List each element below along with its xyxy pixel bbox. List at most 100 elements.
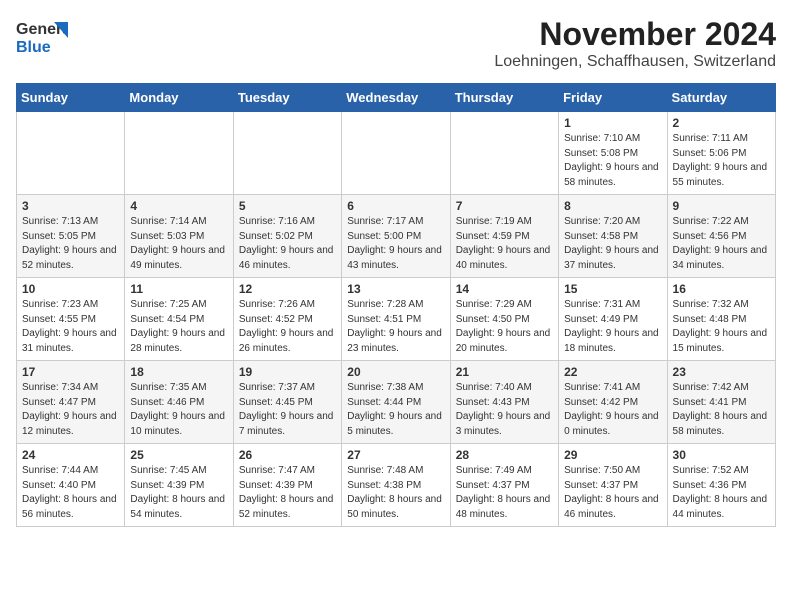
calendar-cell: 1Sunrise: 7:10 AM Sunset: 5:08 PM Daylig… [559,112,667,195]
title-block: November 2024 Loehningen, Schaffhausen, … [494,16,776,71]
day-info: Sunrise: 7:29 AM Sunset: 4:50 PM Dayligh… [456,298,553,356]
calendar-cell: 13 Sunrise: 7:28 AM Sunset: 4:51 PM Dayli… [342,278,450,361]
calendar-cell: 24 Sunrise: 7:44 AM Sunset: 4:40 PM Dayli… [17,444,125,527]
calendar-cell: 4 Sunrise: 7:14 AM Sunset: 5:03 PM Daylig… [125,195,233,278]
day-info: Sunrise: 7:41 AM Sunset: 4:42 PM Dayligh… [564,381,661,439]
calendar-cell: 18 Sunrise: 7:35 AM Sunset: 4:46 PM Dayli… [125,361,233,444]
calendar-cell [233,112,341,195]
day-number: 28 [456,448,553,462]
day-info: Sunrise: 7:52 AM Sunset: 4:36 PM Dayligh… [673,464,770,522]
day-info: Sunrise: 7:25 AM Sunset: 4:54 PM Dayligh… [130,298,227,356]
calendar-cell [342,112,450,195]
day-number: 2 [673,116,770,130]
day-info: Sunrise: 7:14 AM Sunset: 5:03 PM Dayligh… [130,215,227,273]
calendar-cell: 5 Sunrise: 7:16 AM Sunset: 5:02 PM Daylig… [233,195,341,278]
day-number: 23 [673,365,770,379]
day-number: 8 [564,199,661,213]
page-header: General Blue November 2024 Loehningen, S… [16,16,776,71]
calendar-cell: 29Sunrise: 7:50 AM Sunset: 4:37 PM Dayli… [559,444,667,527]
day-info: Sunrise: 7:28 AM Sunset: 4:51 PM Dayligh… [347,298,444,356]
day-number: 7 [456,199,553,213]
calendar-header-wednesday: Wednesday [342,84,450,112]
day-number: 10 [22,282,119,296]
day-number: 24 [22,448,119,462]
calendar-cell: 14 Sunrise: 7:29 AM Sunset: 4:50 PM Dayli… [450,278,558,361]
day-number: 12 [239,282,336,296]
day-number: 19 [239,365,336,379]
day-info: Sunrise: 7:34 AM Sunset: 4:47 PM Dayligh… [22,381,119,439]
day-info: Sunrise: 7:13 AM Sunset: 5:05 PM Dayligh… [22,215,119,273]
logo-icon: General Blue [16,16,68,60]
day-number: 16 [673,282,770,296]
calendar-cell: 21 Sunrise: 7:40 AM Sunset: 4:43 PM Dayli… [450,361,558,444]
calendar-week-row: 17 Sunrise: 7:34 AM Sunset: 4:47 PM Dayli… [17,361,776,444]
calendar-cell: 9Sunrise: 7:22 AM Sunset: 4:56 PM Daylig… [667,195,775,278]
calendar-cell [17,112,125,195]
day-number: 17 [22,365,119,379]
day-number: 22 [564,365,661,379]
calendar-cell: 6 Sunrise: 7:17 AM Sunset: 5:00 PM Daylig… [342,195,450,278]
day-info: Sunrise: 7:47 AM Sunset: 4:39 PM Dayligh… [239,464,336,522]
calendar-cell: 19 Sunrise: 7:37 AM Sunset: 4:45 PM Dayli… [233,361,341,444]
day-number: 27 [347,448,444,462]
calendar-cell: 7 Sunrise: 7:19 AM Sunset: 4:59 PM Daylig… [450,195,558,278]
calendar-header-monday: Monday [125,84,233,112]
day-info: Sunrise: 7:45 AM Sunset: 4:39 PM Dayligh… [130,464,227,522]
calendar-header-row: SundayMondayTuesdayWednesdayThursdayFrid… [17,84,776,112]
day-number: 9 [673,199,770,213]
logo: General Blue [16,16,68,60]
calendar-cell: 15 Sunrise: 7:31 AM Sunset: 4:49 PM Dayli… [559,278,667,361]
day-info: Sunrise: 7:31 AM Sunset: 4:49 PM Dayligh… [564,298,661,356]
day-info: Sunrise: 7:37 AM Sunset: 4:45 PM Dayligh… [239,381,336,439]
calendar-cell: 8Sunrise: 7:20 AM Sunset: 4:58 PM Daylig… [559,195,667,278]
day-info: Sunrise: 7:17 AM Sunset: 5:00 PM Dayligh… [347,215,444,273]
day-number: 4 [130,199,227,213]
day-number: 11 [130,282,227,296]
day-info: Sunrise: 7:11 AM Sunset: 5:06 PM Dayligh… [673,132,770,190]
day-info: Sunrise: 7:40 AM Sunset: 4:43 PM Dayligh… [456,381,553,439]
day-number: 18 [130,365,227,379]
svg-text:Blue: Blue [16,39,51,56]
day-info: Sunrise: 7:50 AM Sunset: 4:37 PM Dayligh… [564,464,661,522]
calendar-cell: 26 Sunrise: 7:47 AM Sunset: 4:39 PM Dayli… [233,444,341,527]
calendar-week-row: 3Sunrise: 7:13 AM Sunset: 5:05 PM Daylig… [17,195,776,278]
page-title: November 2024 [494,16,776,53]
day-number: 1 [564,116,661,130]
day-number: 26 [239,448,336,462]
day-info: Sunrise: 7:16 AM Sunset: 5:02 PM Dayligh… [239,215,336,273]
day-number: 21 [456,365,553,379]
day-number: 15 [564,282,661,296]
day-info: Sunrise: 7:44 AM Sunset: 4:40 PM Dayligh… [22,464,119,522]
calendar-cell: 10 Sunrise: 7:23 AM Sunset: 4:55 PM Dayli… [17,278,125,361]
day-info: Sunrise: 7:38 AM Sunset: 4:44 PM Dayligh… [347,381,444,439]
calendar-cell: 2 Sunrise: 7:11 AM Sunset: 5:06 PM Daylig… [667,112,775,195]
day-number: 13 [347,282,444,296]
day-number: 6 [347,199,444,213]
calendar-table: SundayMondayTuesdayWednesdayThursdayFrid… [16,83,776,527]
calendar-cell [450,112,558,195]
day-info: Sunrise: 7:48 AM Sunset: 4:38 PM Dayligh… [347,464,444,522]
calendar-cell: 23 Sunrise: 7:42 AM Sunset: 4:41 PM Dayli… [667,361,775,444]
calendar-week-row: 24 Sunrise: 7:44 AM Sunset: 4:40 PM Dayli… [17,444,776,527]
calendar-cell: 16Sunrise: 7:32 AM Sunset: 4:48 PM Dayli… [667,278,775,361]
calendar-header-thursday: Thursday [450,84,558,112]
page-subtitle: Loehningen, Schaffhausen, Switzerland [494,53,776,71]
day-number: 25 [130,448,227,462]
day-number: 5 [239,199,336,213]
calendar-cell: 11 Sunrise: 7:25 AM Sunset: 4:54 PM Dayli… [125,278,233,361]
calendar-cell: 27 Sunrise: 7:48 AM Sunset: 4:38 PM Dayli… [342,444,450,527]
day-info: Sunrise: 7:19 AM Sunset: 4:59 PM Dayligh… [456,215,553,273]
day-info: Sunrise: 7:49 AM Sunset: 4:37 PM Dayligh… [456,464,553,522]
day-info: Sunrise: 7:23 AM Sunset: 4:55 PM Dayligh… [22,298,119,356]
day-info: Sunrise: 7:26 AM Sunset: 4:52 PM Dayligh… [239,298,336,356]
calendar-cell [125,112,233,195]
calendar-cell: 22 Sunrise: 7:41 AM Sunset: 4:42 PM Dayli… [559,361,667,444]
calendar-cell: 17 Sunrise: 7:34 AM Sunset: 4:47 PM Dayli… [17,361,125,444]
day-number: 14 [456,282,553,296]
calendar-cell: 20Sunrise: 7:38 AM Sunset: 4:44 PM Dayli… [342,361,450,444]
calendar-cell: 12 Sunrise: 7:26 AM Sunset: 4:52 PM Dayli… [233,278,341,361]
day-info: Sunrise: 7:42 AM Sunset: 4:41 PM Dayligh… [673,381,770,439]
calendar-cell: 3Sunrise: 7:13 AM Sunset: 5:05 PM Daylig… [17,195,125,278]
day-info: Sunrise: 7:35 AM Sunset: 4:46 PM Dayligh… [130,381,227,439]
calendar-header-sunday: Sunday [17,84,125,112]
